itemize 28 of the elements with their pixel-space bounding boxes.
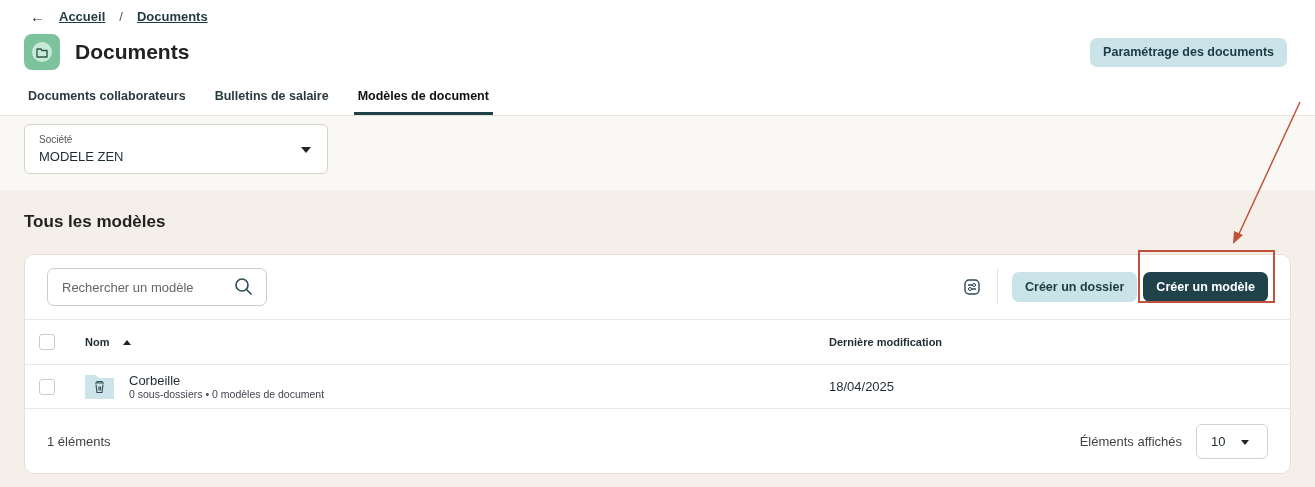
table-cell-text: 18/04/2025 [829,379,896,394]
section-title: Tous les modèles [24,212,167,232]
column-header[interactable]: Dernière modification [829,336,943,348]
company-select[interactable]: Société MODELE ZEN [24,124,328,174]
create-template-button[interactable]: Créer un modèle [1143,272,1268,302]
filter-icon[interactable] [964,279,980,295]
search-field[interactable]: Rechercher un modèle [47,268,267,306]
checkbox[interactable] [39,334,55,350]
column-header[interactable]: Nom [85,336,110,348]
settings-button[interactable]: Paramétrage des documents [1090,37,1287,67]
page-title: Documents [75,40,191,64]
folder-name[interactable]: Corbeille [129,373,325,388]
breadcrumb-link[interactable]: Documents [136,8,208,24]
tab[interactable]: Documents collaborateurs [24,81,190,115]
checkbox[interactable] [39,378,55,395]
folder-icon [24,34,60,70]
sort-up-icon[interactable] [123,339,132,345]
tab[interactable]: Bulletins de salaire [210,81,333,115]
create-folder-button[interactable]: Créer un dossier [1012,272,1138,302]
back-arrow[interactable]: ← [30,7,45,25]
search-icon [234,277,254,297]
folder-details: 0 sous-dossiers • 0 modèles de document [129,388,325,400]
breadcrumb-separator: / [119,8,123,24]
breadcrumb-link[interactable]: Accueil [59,8,106,24]
page-size-label: Éléments affichés [1079,433,1182,449]
item-count: 1 éléments [47,433,111,449]
page-size-select[interactable]: 10 [1196,423,1268,459]
trash-folder-icon [85,374,114,399]
